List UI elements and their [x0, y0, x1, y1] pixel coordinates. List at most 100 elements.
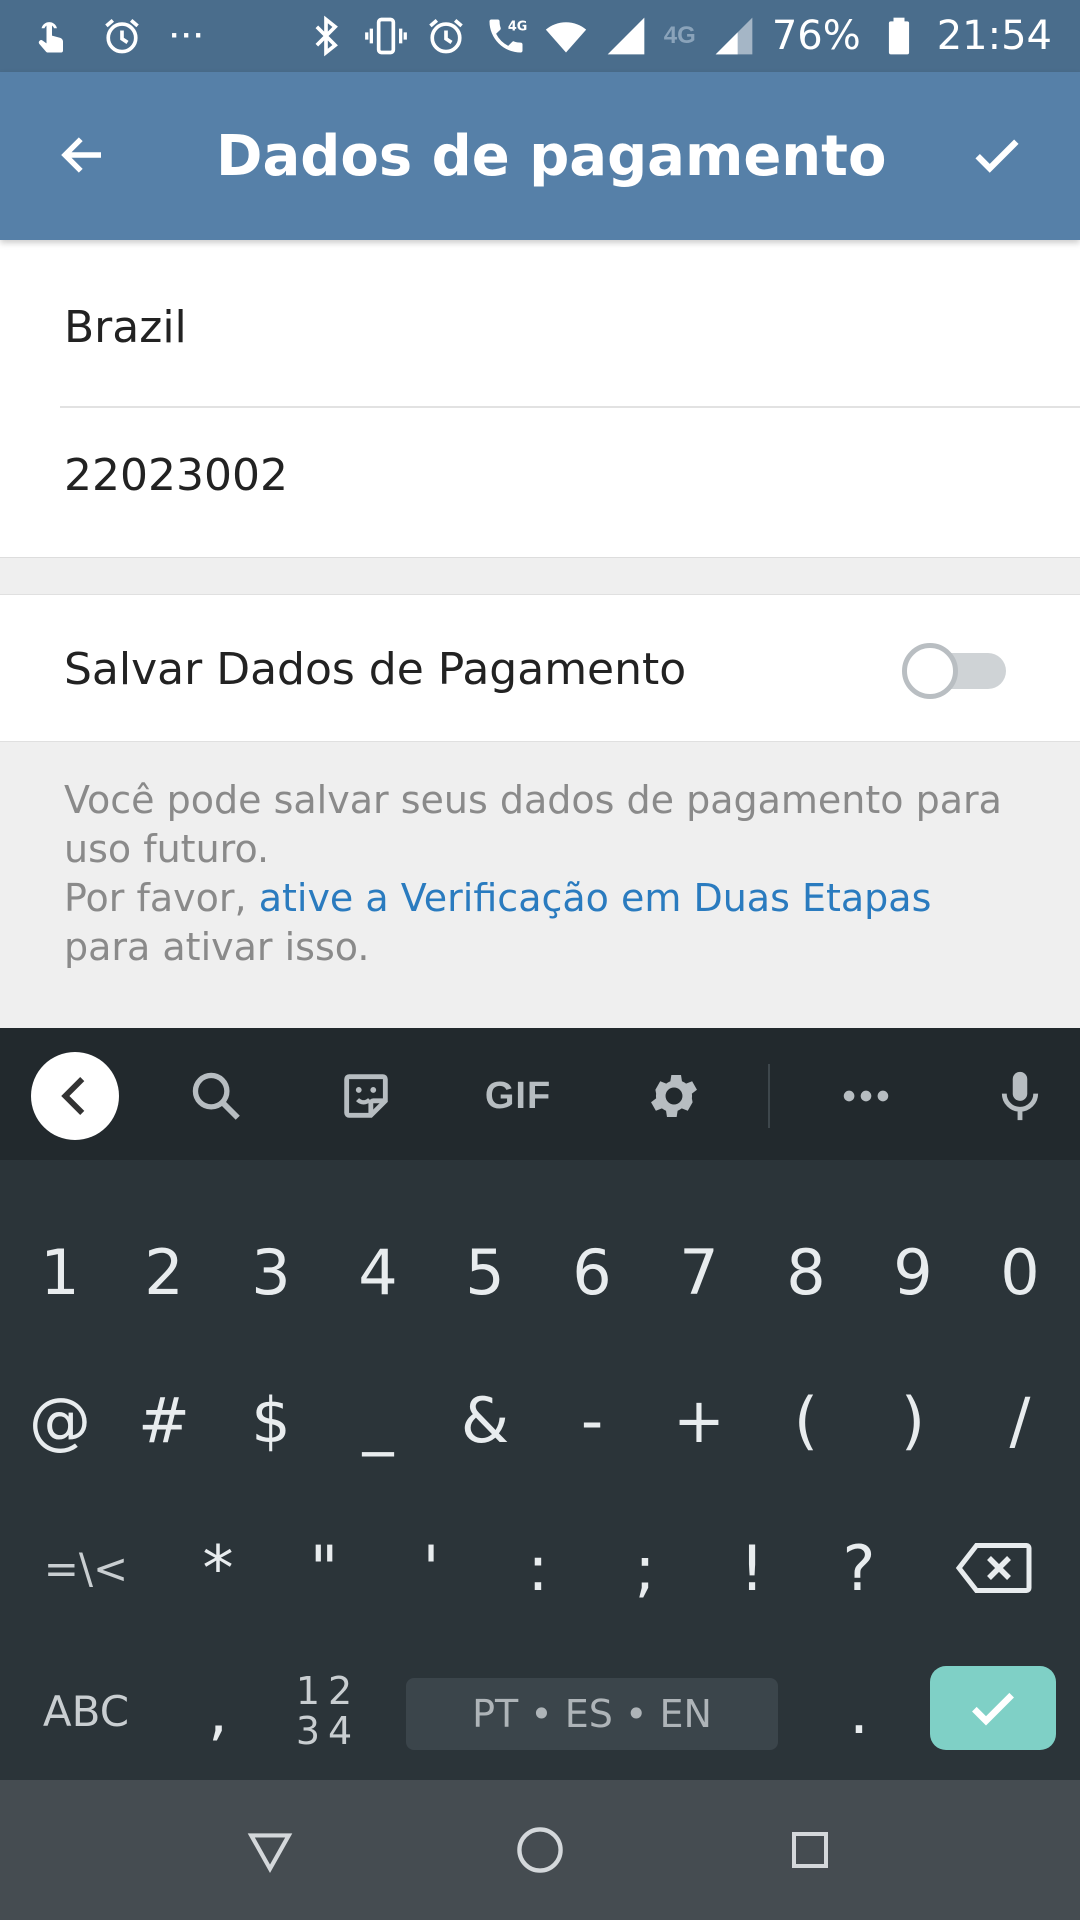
key-6[interactable]: 6 [548, 1198, 636, 1346]
key-period[interactable]: . [815, 1642, 903, 1780]
checkmark-icon [975, 139, 1019, 173]
bluetooth-icon [304, 14, 348, 58]
info-prefix: Por favor, [64, 876, 259, 920]
info-suffix: para ativar isso. [64, 925, 370, 969]
gif-button[interactable]: GIF [474, 1052, 562, 1140]
battery-percentage: 76% [771, 13, 861, 59]
key-7[interactable]: 7 [655, 1198, 743, 1346]
square-recents-icon [792, 1832, 828, 1868]
home-nav-button[interactable] [502, 1812, 578, 1888]
numpad-key[interactable]: 12 34 [280, 1642, 376, 1780]
key-dollar[interactable]: $ [227, 1346, 315, 1494]
key-double-quote[interactable]: " [280, 1494, 368, 1642]
address-form: Brazil 22023002 [0, 240, 1080, 558]
key-minus[interactable]: - [548, 1346, 636, 1494]
key-asterisk[interactable]: * [174, 1494, 262, 1642]
switch-thumb [902, 643, 958, 699]
key-at[interactable]: @ [16, 1346, 104, 1494]
key-ampersand[interactable]: & [441, 1346, 529, 1494]
network-type-label: 4G [663, 22, 696, 49]
triangle-back-icon [247, 1833, 293, 1873]
microphone-icon [1001, 1071, 1039, 1121]
key-underscore[interactable]: _ [334, 1346, 422, 1494]
settings-button[interactable] [630, 1052, 718, 1140]
key-plus[interactable]: + [655, 1346, 743, 1494]
status-bar: ··· 4G 4G 76% 21:54 [0, 0, 1080, 72]
key-5[interactable]: 5 [441, 1198, 529, 1346]
numpad-key-bottom: 34 [295, 1709, 361, 1753]
key-open-paren[interactable]: ( [762, 1346, 850, 1494]
recents-nav-button[interactable] [772, 1812, 848, 1888]
alarm-icon [100, 14, 144, 58]
key-9[interactable]: 9 [869, 1198, 957, 1346]
key-hash[interactable]: # [120, 1346, 208, 1494]
collapse-toolbar-button[interactable] [31, 1052, 119, 1140]
backspace-key[interactable] [942, 1494, 1046, 1642]
abc-key[interactable]: ABC [16, 1642, 156, 1780]
more-horizontal-icon [843, 1090, 889, 1102]
gear-icon [651, 1074, 697, 1118]
key-exclamation[interactable]: ! [708, 1494, 796, 1642]
more-notifications-indicator: ··· [170, 19, 206, 52]
signal-secondary-icon [712, 14, 756, 58]
key-1[interactable]: 1 [16, 1198, 104, 1346]
more-options-button[interactable] [822, 1052, 910, 1140]
save-payment-info: Você pode salvar seus dados de pagamento… [64, 776, 1014, 972]
key-8[interactable]: 8 [762, 1198, 850, 1346]
arrow-back-icon [61, 137, 101, 173]
bottom-row: ABC , 12 34 PT • ES • EN . [0, 1642, 1080, 1780]
key-close-paren[interactable]: ) [869, 1346, 957, 1494]
wifi-icon [544, 14, 588, 58]
alarm-icon [424, 14, 468, 58]
keyboard-toolbar: GIF [0, 1028, 1080, 1160]
postal-code-field[interactable]: 22023002 [64, 450, 288, 501]
space-key[interactable]: PT • ES • EN [406, 1678, 778, 1750]
save-payment-row[interactable]: Salvar Dados de Pagamento [0, 594, 1080, 742]
back-nav-button[interactable] [232, 1812, 308, 1888]
info-line1: Você pode salvar seus dados de pagamento… [64, 778, 1002, 871]
search-button[interactable] [172, 1052, 260, 1140]
two-step-verification-link[interactable]: ative a Verificação em Duas Etapas [259, 876, 932, 920]
search-icon [192, 1072, 240, 1120]
sticker-icon [344, 1074, 388, 1118]
done-button[interactable] [964, 122, 1030, 188]
svg-text:4G: 4G [508, 20, 527, 35]
key-2[interactable]: 2 [120, 1198, 208, 1346]
key-3[interactable]: 3 [227, 1198, 315, 1346]
number-row: 1 2 3 4 5 6 7 8 9 0 [0, 1198, 1080, 1346]
backspace-icon [955, 1543, 1032, 1593]
key-0[interactable]: 0 [976, 1198, 1064, 1346]
voice-input-button[interactable] [976, 1052, 1064, 1140]
page-title: Dados de pagamento [216, 123, 887, 189]
chevron-left-icon [61, 1077, 85, 1115]
vibrate-icon [364, 14, 408, 58]
clock: 21:54 [936, 13, 1052, 59]
key-semicolon[interactable]: ; [601, 1494, 689, 1642]
more-symbols-key[interactable]: =\< [16, 1494, 156, 1642]
battery-icon [877, 14, 921, 58]
key-slash[interactable]: / [976, 1346, 1064, 1494]
symbol-row-1: @ # $ _ & - + ( ) / [0, 1346, 1080, 1494]
key-comma[interactable]: , [174, 1642, 262, 1780]
symbol-row-2: =\< * " ' : ; ! ? [0, 1494, 1080, 1642]
key-4[interactable]: 4 [334, 1198, 422, 1346]
touch-icon [30, 14, 74, 58]
volte-call-icon: 4G [484, 14, 528, 58]
enter-key[interactable] [930, 1666, 1056, 1750]
back-button[interactable] [50, 122, 116, 188]
field-divider [60, 406, 1080, 408]
sticker-button[interactable] [322, 1052, 410, 1140]
signal-icon [604, 14, 648, 58]
checkmark-icon [972, 1692, 1014, 1726]
numpad-key-top: 12 [295, 1669, 361, 1713]
key-single-quote[interactable]: ' [387, 1494, 475, 1642]
country-field[interactable]: Brazil [64, 302, 187, 353]
save-payment-switch[interactable] [902, 641, 1006, 699]
key-colon[interactable]: : [494, 1494, 582, 1642]
toolbar-separator [768, 1064, 770, 1128]
navigation-bar [0, 1780, 1080, 1920]
save-payment-label: Salvar Dados de Pagamento [64, 643, 687, 695]
keyboard: GIF 1 2 3 4 5 6 7 8 9 0 @ # $ _ & - + ( … [0, 1028, 1080, 1780]
circle-home-icon [517, 1827, 563, 1873]
key-question[interactable]: ? [815, 1494, 903, 1642]
